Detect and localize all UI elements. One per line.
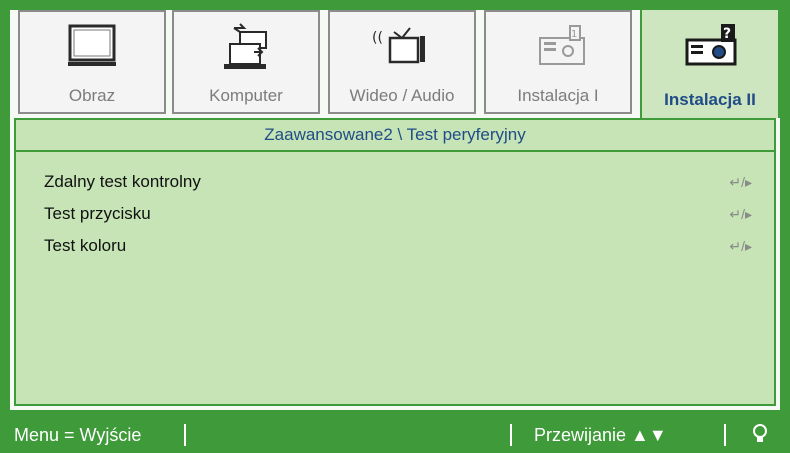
menu-item-test-przycisku[interactable]: Test przycisku <box>44 204 151 224</box>
menu-item-label: Test koloru <box>44 236 127 255</box>
tab-label: Instalacja I <box>517 86 599 105</box>
laptop-icon <box>214 22 278 79</box>
footer-bar: Menu = Wyjście Przewijanie ▲▼ <box>0 418 790 453</box>
breadcrumb: Zaawansowane2 \ Test peryferyjny <box>16 120 774 152</box>
svg-text:((: (( <box>372 30 383 46</box>
menu-exit-hint: Menu = Wyjście <box>14 425 142 445</box>
tab-label: Instalacja II <box>664 90 756 109</box>
enter-arrow-icon[interactable]: ↵/▸ <box>729 238 752 255</box>
projector-icon: 1 <box>526 22 590 77</box>
projector-question-icon: ? <box>675 20 745 79</box>
osd-menu-frame: Obraz Komputer (( Wideo / Audio 1 Instal… <box>0 0 790 453</box>
tab-komputer[interactable]: Komputer <box>172 10 320 114</box>
tab-label: Komputer <box>209 86 283 105</box>
menu-item-label: Test przycisku <box>44 204 151 223</box>
enter-arrow-icon[interactable]: ↵/▸ <box>729 206 752 223</box>
tab-label: Obraz <box>68 86 116 105</box>
footer-divider <box>510 424 512 446</box>
menu-item-test-koloru[interactable]: Test koloru <box>44 236 126 256</box>
footer-divider <box>724 424 726 446</box>
tab-instalacja-i[interactable]: 1 Instalacja I <box>484 10 632 114</box>
tab-wideo-audio[interactable]: (( Wideo / Audio <box>328 10 476 114</box>
tv-audio-icon: (( <box>370 22 434 77</box>
enter-arrow-icon[interactable]: ↵/▸ <box>729 174 752 191</box>
monitor-icon <box>60 22 124 77</box>
menu-item-zdalny-test[interactable]: Zdalny test kontrolny <box>44 172 201 192</box>
tab-label: Wideo / Audio <box>349 86 455 105</box>
svg-text:?: ? <box>723 26 731 42</box>
scroll-hint: Przewijanie ▲▼ <box>534 425 667 445</box>
tab-instalacja-ii[interactable]: ? Instalacja II <box>640 8 780 118</box>
menu-panel: Zaawansowane2 \ Test peryferyjny Zdalny … <box>14 118 776 406</box>
svg-text:1: 1 <box>571 29 577 40</box>
footer-divider <box>184 424 186 446</box>
tab-obraz[interactable]: Obraz <box>18 10 166 114</box>
bulb-icon <box>752 423 768 450</box>
menu-item-label: Zdalny test kontrolny <box>44 172 201 191</box>
